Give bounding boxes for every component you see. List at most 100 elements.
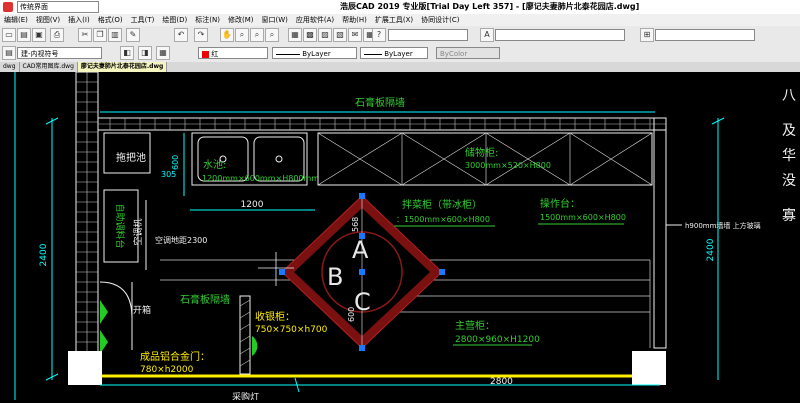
copy-icon[interactable]: ❐ — [93, 28, 107, 42]
door-marker-bottom — [100, 330, 108, 354]
dim-2400-left: 2400 — [39, 243, 49, 266]
menu-extended-tools[interactable]: 扩展工具(X) — [375, 15, 413, 25]
markup-icon[interactable]: ✉ — [348, 28, 362, 42]
sink-size: 1200mm×600mm×H800mm — [202, 174, 319, 183]
storage-size: 3000mm×520×H800 — [465, 161, 551, 170]
style-icon[interactable]: A — [480, 28, 494, 42]
menu-help[interactable]: 帮助(H) — [342, 15, 367, 25]
properties-icon[interactable]: ▦ — [288, 28, 302, 42]
right-text-3: 华 — [782, 148, 796, 164]
dim-2800: 2800 — [490, 377, 513, 387]
right-text-2: 及 — [782, 123, 796, 139]
window-note: h900mm墙墙 上方玻璃 — [685, 221, 761, 230]
lineweight-combo[interactable]: ByLayer — [360, 47, 428, 59]
style-combo-2[interactable] — [495, 29, 625, 41]
zoom-previous-icon[interactable]: ⌕ — [265, 28, 279, 42]
color-combo[interactable]: 红 — [198, 47, 268, 59]
left-wall-hatch — [76, 72, 98, 352]
file-tabs: dwg CAD常用图库.dwg 廖记夫妻肺片北泰花园店.dwg — [0, 62, 800, 72]
alu-door-size: 780×h2000 — [140, 365, 194, 375]
menu-format[interactable]: 格式(O) — [98, 15, 123, 25]
tab-current-drawing[interactable]: 廖记夫妻肺片北泰花园店.dwg — [77, 62, 168, 72]
lineweight-value: ByLayer — [384, 50, 413, 58]
zoom-window-icon[interactable]: ⌕ — [250, 28, 264, 42]
storage-cabinet — [317, 132, 653, 186]
open-box-label: 开箱 — [133, 304, 151, 316]
menu-edit[interactable]: 编辑(E) — [4, 15, 28, 25]
redo-icon[interactable]: ↷ — [194, 28, 208, 42]
top-wall-hatch — [98, 118, 666, 130]
print-icon[interactable]: ⎙ — [50, 28, 64, 42]
corner-box-right — [632, 351, 666, 385]
gypsum-top-label: 石膏板隔墙 — [355, 96, 405, 109]
menu-insert[interactable]: 插入(I) — [68, 15, 90, 25]
layer-states-icon[interactable]: ▦ — [156, 46, 170, 60]
zoom-realtime-icon[interactable]: ⌕ — [235, 28, 249, 42]
window-title: 浩辰CAD 2019 专业版[Trial Day Left 357] - [廖记… — [340, 2, 640, 11]
design-center-icon[interactable]: ▩ — [303, 28, 317, 42]
dim-style-icon[interactable]: ⊞ — [640, 28, 654, 42]
tab-cad-library[interactable]: CAD常用图库.dwg — [20, 62, 78, 72]
prep-cabinet-size: ：1500mm×600×H800 — [396, 215, 490, 224]
layer-manager-icon[interactable]: ▤ — [2, 46, 16, 60]
menu-apps[interactable]: 应用软件(A) — [296, 15, 334, 25]
menu-window[interactable]: 窗口(W) — [262, 15, 288, 25]
right-text-4: 没 — [782, 173, 796, 189]
right-text-5: 寡 — [782, 207, 796, 224]
make-current-icon[interactable]: ◨ — [138, 46, 152, 60]
storage-cabinet-crosses — [317, 132, 653, 186]
app-icon[interactable] — [3, 2, 13, 12]
tab-dwg[interactable]: dwg — [0, 62, 20, 72]
menu-collab[interactable]: 协同设计(C) — [421, 15, 459, 25]
work-table-label: 操作台： — [540, 197, 580, 210]
menu-draw[interactable]: 绘图(D) — [162, 15, 187, 25]
cut-icon[interactable]: ✂ — [78, 28, 92, 42]
help-icon[interactable]: ? — [372, 28, 386, 42]
menu-tools[interactable]: 工具(T) — [131, 15, 155, 25]
style-combo-3[interactable] — [655, 29, 755, 41]
linetype-combo[interactable]: ByLayer — [272, 47, 357, 59]
corner-box-left — [68, 351, 102, 385]
drawing-canvas[interactable]: 石膏板隔墙 2400 2400 拖把池 水池: 1200mm×600mm×H80… — [0, 71, 800, 403]
tool-palette-icon[interactable]: ▨ — [318, 28, 332, 42]
dim-600: 600 — [171, 155, 180, 170]
mid-wall — [239, 295, 251, 375]
workspace-dropdown[interactable]: 传统界面 — [17, 1, 99, 13]
menu-view[interactable]: 视图(V) — [36, 15, 60, 25]
counter-label: 主营柜： — [455, 319, 495, 332]
dim-2400-right: 2400 — [706, 238, 716, 261]
open-icon[interactable]: ▤ — [17, 28, 31, 42]
mop-pool-label: 拖把池 — [116, 151, 146, 164]
new-icon[interactable]: ▭ — [2, 28, 16, 42]
properties-toolbar: ▤ 建-内视符号 ◧ ◨ ▦ 红 ByLayer ByLayer ByColor — [0, 44, 800, 63]
undo-icon[interactable]: ↶ — [174, 28, 188, 42]
bottom-cut-label: 采购灯 — [232, 391, 259, 400]
style-combo-1[interactable] — [388, 29, 468, 41]
layer-value: 建-内视符号 — [21, 50, 59, 58]
right-text-1: 八 — [782, 88, 796, 104]
menu-dimension[interactable]: 标注(N) — [195, 15, 220, 25]
gypsum-mid-label: 石膏板隔墙 — [180, 293, 230, 306]
color-swatch-icon — [202, 50, 209, 58]
menu-modify[interactable]: 修改(M) — [228, 15, 254, 25]
layer-combo[interactable]: 建-内视符号 — [17, 47, 102, 59]
ac-label: 空调地距2300 — [155, 235, 207, 245]
save-icon[interactable]: ▣ — [32, 28, 46, 42]
right-wall — [653, 117, 667, 349]
pan-icon[interactable]: ✋ — [220, 28, 234, 42]
sheet-set-icon[interactable]: ▧ — [333, 28, 347, 42]
svg-text:600: 600 — [347, 307, 356, 322]
match-prop-icon[interactable]: ✎ — [126, 28, 140, 42]
storage-label: 储物柜: — [465, 146, 498, 159]
plotstyle-combo[interactable]: ByColor — [436, 47, 500, 59]
cabinet-vertical-label: 自助调料台 — [114, 203, 126, 248]
dim-305: 305 — [161, 170, 176, 179]
linetype-value: ByLayer — [302, 50, 331, 58]
prep-cabinet-label: 拌菜柜（带冰柜） — [402, 198, 482, 211]
counter-size: 2800×960×H1200 — [455, 335, 540, 345]
cashier-label: 收银柜： — [255, 310, 295, 323]
paste-icon[interactable]: ▥ — [108, 28, 122, 42]
symbol-b: B — [327, 263, 343, 291]
symbol-c: C — [354, 288, 371, 316]
layer-previous-icon[interactable]: ◧ — [120, 46, 134, 60]
